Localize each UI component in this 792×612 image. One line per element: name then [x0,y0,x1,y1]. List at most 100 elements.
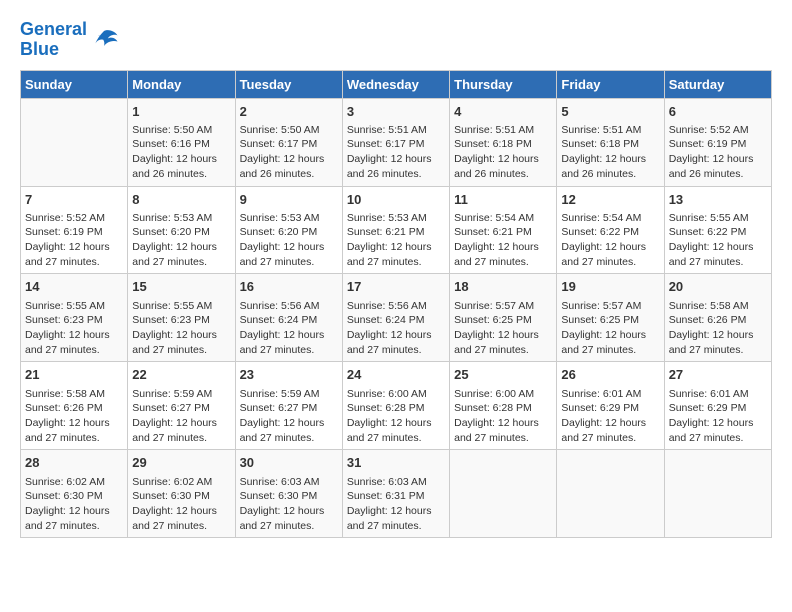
calendar-cell: 27 Sunrise: 6:01 AM Sunset: 6:29 PM Dayli… [664,362,771,450]
day-info: Sunrise: 5:58 AM Sunset: 6:26 PM Dayligh… [25,387,123,446]
calendar-cell: 14 Sunrise: 5:55 AM Sunset: 6:23 PM Dayli… [21,274,128,362]
day-info: Sunrise: 5:52 AM Sunset: 6:19 PM Dayligh… [25,211,123,270]
day-info: Sunrise: 6:00 AM Sunset: 6:28 PM Dayligh… [454,387,552,446]
calendar-cell: 16 Sunrise: 5:56 AM Sunset: 6:24 PM Dayli… [235,274,342,362]
day-number: 9 [240,191,338,209]
day-number: 2 [240,103,338,121]
day-info: Sunrise: 5:57 AM Sunset: 6:25 PM Dayligh… [454,299,552,358]
week-row-1: 1 Sunrise: 5:50 AM Sunset: 6:16 PM Daylig… [21,98,772,186]
calendar-cell: 18 Sunrise: 5:57 AM Sunset: 6:25 PM Dayli… [450,274,557,362]
calendar-cell [557,450,664,538]
calendar-cell [450,450,557,538]
day-info: Sunrise: 6:00 AM Sunset: 6:28 PM Dayligh… [347,387,445,446]
day-number: 18 [454,278,552,296]
calendar-cell: 28 Sunrise: 6:02 AM Sunset: 6:30 PM Dayli… [21,450,128,538]
calendar-cell: 23 Sunrise: 5:59 AM Sunset: 6:27 PM Dayli… [235,362,342,450]
day-info: Sunrise: 6:02 AM Sunset: 6:30 PM Dayligh… [25,475,123,534]
week-row-2: 7 Sunrise: 5:52 AM Sunset: 6:19 PM Daylig… [21,186,772,274]
calendar-cell: 20 Sunrise: 5:58 AM Sunset: 6:26 PM Dayli… [664,274,771,362]
day-info: Sunrise: 5:53 AM Sunset: 6:21 PM Dayligh… [347,211,445,270]
day-info: Sunrise: 5:55 AM Sunset: 6:23 PM Dayligh… [25,299,123,358]
day-number: 26 [561,366,659,384]
day-number: 31 [347,454,445,472]
calendar-cell: 22Sunrise: 5:59 AM Sunset: 6:27 PM Dayli… [128,362,235,450]
week-row-3: 14 Sunrise: 5:55 AM Sunset: 6:23 PM Dayli… [21,274,772,362]
col-header-wednesday: Wednesday [342,70,449,98]
calendar-cell: 26 Sunrise: 6:01 AM Sunset: 6:29 PM Dayli… [557,362,664,450]
calendar-cell [21,98,128,186]
day-number: 30 [240,454,338,472]
day-number: 14 [25,278,123,296]
calendar-cell: 21 Sunrise: 5:58 AM Sunset: 6:26 PM Dayli… [21,362,128,450]
day-info: Sunrise: 5:59 AM Sunset: 6:27 PM Dayligh… [240,387,338,446]
calendar-cell: 12Sunrise: 5:54 AM Sunset: 6:22 PM Dayli… [557,186,664,274]
day-number: 19 [561,278,659,296]
day-number: 1 [132,103,230,121]
day-number: 6 [669,103,767,121]
day-number: 11 [454,191,552,209]
day-info: Sunrise: 5:55 AM Sunset: 6:23 PM Dayligh… [132,299,230,358]
day-info: Sunrise: 5:56 AM Sunset: 6:24 PM Dayligh… [240,299,338,358]
col-header-saturday: Saturday [664,70,771,98]
day-number: 28 [25,454,123,472]
col-header-friday: Friday [557,70,664,98]
week-row-4: 21 Sunrise: 5:58 AM Sunset: 6:26 PM Dayli… [21,362,772,450]
calendar-cell: 15 Sunrise: 5:55 AM Sunset: 6:23 PM Dayli… [128,274,235,362]
day-number: 27 [669,366,767,384]
day-number: 24 [347,366,445,384]
day-info: Sunrise: 5:51 AM Sunset: 6:18 PM Dayligh… [561,123,659,182]
calendar-cell: 24 Sunrise: 6:00 AM Sunset: 6:28 PM Dayli… [342,362,449,450]
day-number: 7 [25,191,123,209]
day-info: Sunrise: 5:59 AM Sunset: 6:27 PM Dayligh… [132,387,230,446]
day-number: 21 [25,366,123,384]
calendar-table: SundayMondayTuesdayWednesdayThursdayFrid… [20,70,772,539]
day-info: Sunrise: 5:52 AM Sunset: 6:19 PM Dayligh… [669,123,767,182]
day-info: Sunrise: 5:51 AM Sunset: 6:17 PM Dayligh… [347,123,445,182]
day-info: Sunrise: 5:53 AM Sunset: 6:20 PM Dayligh… [132,211,230,270]
calendar-cell: 11 Sunrise: 5:54 AM Sunset: 6:21 PM Dayli… [450,186,557,274]
day-number: 13 [669,191,767,209]
day-number: 29 [132,454,230,472]
day-info: Sunrise: 5:53 AM Sunset: 6:20 PM Dayligh… [240,211,338,270]
day-info: Sunrise: 5:50 AM Sunset: 6:16 PM Dayligh… [132,123,230,182]
logo-text: General Blue [20,20,87,60]
calendar-cell: 17 Sunrise: 5:56 AM Sunset: 6:24 PM Dayli… [342,274,449,362]
calendar-cell: 10 Sunrise: 5:53 AM Sunset: 6:21 PM Dayli… [342,186,449,274]
col-header-monday: Monday [128,70,235,98]
day-info: Sunrise: 5:56 AM Sunset: 6:24 PM Dayligh… [347,299,445,358]
day-number: 3 [347,103,445,121]
calendar-cell: 31Sunrise: 6:03 AM Sunset: 6:31 PM Dayli… [342,450,449,538]
day-number: 15 [132,278,230,296]
day-number: 16 [240,278,338,296]
calendar-cell: 5 Sunrise: 5:51 AM Sunset: 6:18 PM Daylig… [557,98,664,186]
day-number: 4 [454,103,552,121]
col-header-thursday: Thursday [450,70,557,98]
day-info: Sunrise: 5:54 AM Sunset: 6:21 PM Dayligh… [454,211,552,270]
day-info: Sunrise: 5:50 AM Sunset: 6:17 PM Dayligh… [240,123,338,182]
col-header-tuesday: Tuesday [235,70,342,98]
logo: General Blue [20,20,119,60]
day-number: 23 [240,366,338,384]
day-number: 17 [347,278,445,296]
day-number: 20 [669,278,767,296]
day-number: 10 [347,191,445,209]
calendar-cell: 25Sunrise: 6:00 AM Sunset: 6:28 PM Dayli… [450,362,557,450]
col-header-sunday: Sunday [21,70,128,98]
page-header: General Blue [20,20,772,60]
calendar-cell: 29Sunrise: 6:02 AM Sunset: 6:30 PM Dayli… [128,450,235,538]
day-info: Sunrise: 5:55 AM Sunset: 6:22 PM Dayligh… [669,211,767,270]
day-number: 12 [561,191,659,209]
calendar-cell: 1 Sunrise: 5:50 AM Sunset: 6:16 PM Daylig… [128,98,235,186]
day-number: 8 [132,191,230,209]
day-number: 5 [561,103,659,121]
calendar-cell: 19Sunrise: 5:57 AM Sunset: 6:25 PM Dayli… [557,274,664,362]
calendar-cell [664,450,771,538]
calendar-cell: 4Sunrise: 5:51 AM Sunset: 6:18 PM Daylig… [450,98,557,186]
calendar-cell: 3 Sunrise: 5:51 AM Sunset: 6:17 PM Daylig… [342,98,449,186]
day-info: Sunrise: 6:01 AM Sunset: 6:29 PM Dayligh… [669,387,767,446]
day-info: Sunrise: 6:01 AM Sunset: 6:29 PM Dayligh… [561,387,659,446]
day-info: Sunrise: 5:58 AM Sunset: 6:26 PM Dayligh… [669,299,767,358]
calendar-header-row: SundayMondayTuesdayWednesdayThursdayFrid… [21,70,772,98]
logo-bird-icon [89,25,119,55]
calendar-cell: 9 Sunrise: 5:53 AM Sunset: 6:20 PM Daylig… [235,186,342,274]
